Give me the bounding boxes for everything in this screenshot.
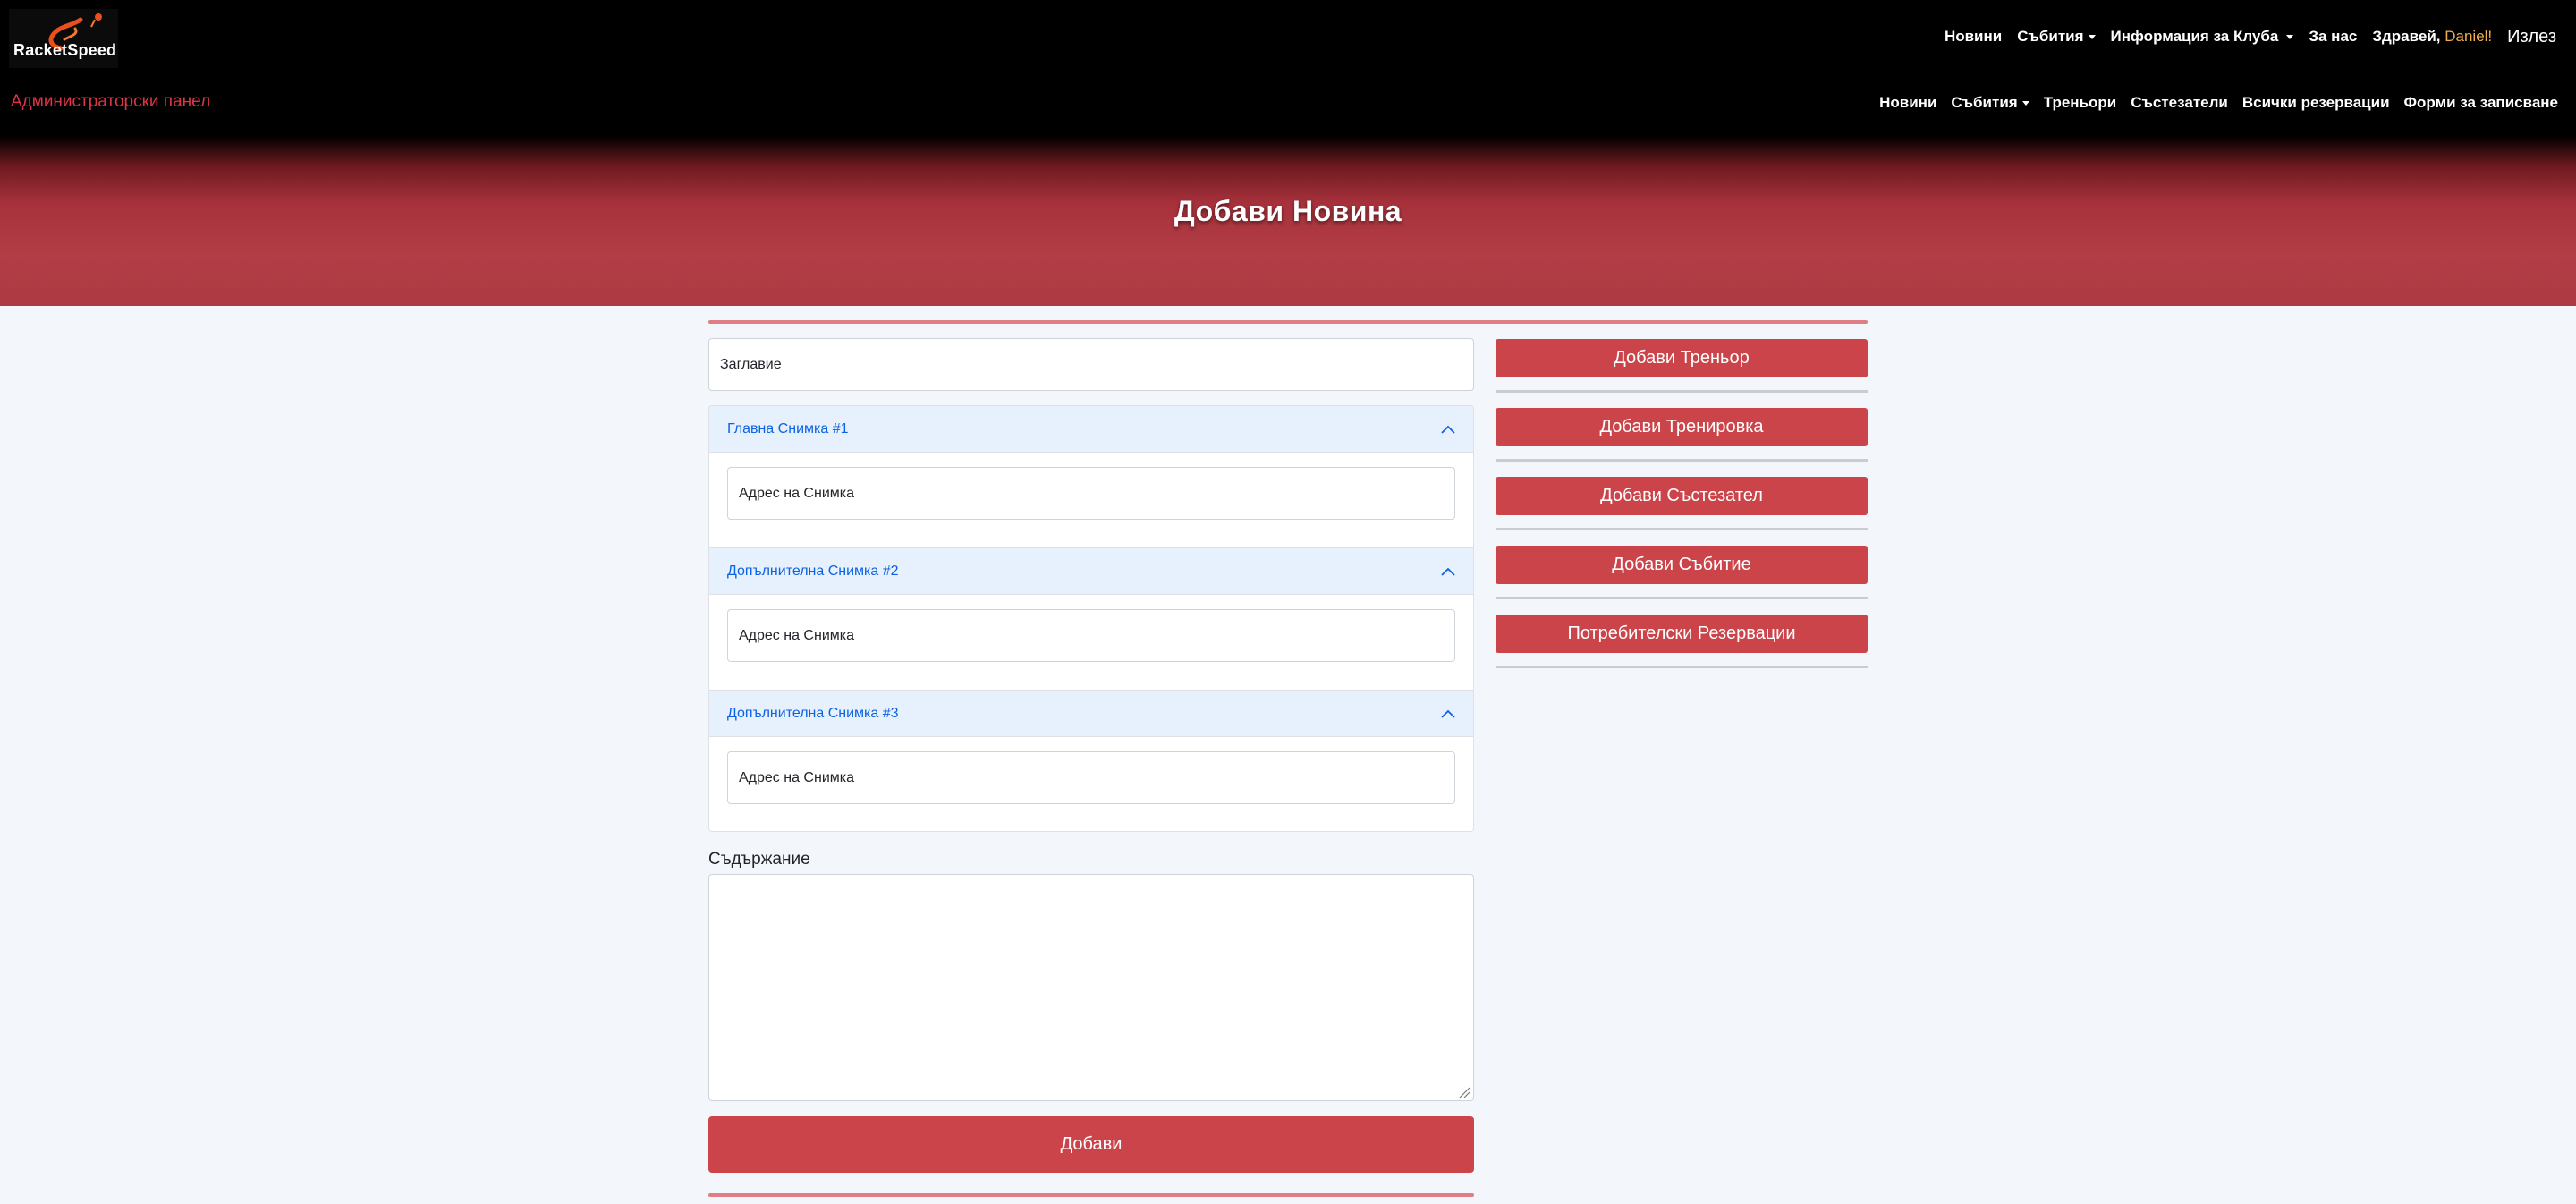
admin-nav-competitors-label: Състезатели bbox=[2131, 94, 2228, 111]
divider bbox=[1496, 459, 1868, 462]
nav-item-about[interactable]: За нас bbox=[2309, 28, 2357, 46]
brand-logo-text: RacketSpeed bbox=[13, 41, 117, 59]
admin-nav-news[interactable]: Новини bbox=[1879, 94, 1936, 112]
user-reservations-button[interactable]: Потребителски Резервации bbox=[1496, 615, 1868, 653]
admin-panel-title[interactable]: Администраторски панел bbox=[11, 92, 210, 112]
admin-nav-all-reservations-label: Всички резервации bbox=[2241, 94, 2390, 111]
admin-nav: Новини Събития Треньори Състезатели Всич… bbox=[1865, 90, 2558, 115]
divider bbox=[1496, 666, 1868, 668]
admin-nav-coaches-label: Треньори bbox=[2043, 94, 2117, 111]
nav-item-club-info-dropdown[interactable]: Информация за Клуба bbox=[2111, 28, 2294, 46]
admin-nav-coaches[interactable]: Треньори bbox=[2044, 94, 2117, 112]
accordion-item-extra-image-2: Допълнителна Снимка #2 bbox=[709, 548, 1473, 691]
submit-button[interactable]: Добави bbox=[708, 1116, 1474, 1173]
brand-logo[interactable]: RacketSpeed bbox=[9, 9, 118, 68]
add-competitor-button[interactable]: Добави Състезател bbox=[1496, 477, 1868, 515]
admin-nav-signup-forms[interactable]: Форми за записване bbox=[2404, 94, 2558, 112]
divider bbox=[1496, 597, 1868, 599]
title-input[interactable] bbox=[708, 338, 1474, 391]
admin-nav-news-label: Новини bbox=[1879, 94, 1937, 111]
accordion-body bbox=[709, 595, 1473, 690]
admin-nav-signup-forms-label: Форми за записване bbox=[2403, 94, 2558, 111]
admin-actions-sidebar: Добави Треньор Добави Тренировка Добави … bbox=[1496, 339, 1868, 683]
caret-down-icon bbox=[2021, 100, 2029, 106]
hero-banner: Добави Новина bbox=[0, 136, 2576, 306]
accordion-body bbox=[709, 737, 1473, 831]
news-form bbox=[708, 338, 1474, 391]
chevron-up-icon bbox=[1441, 709, 1455, 718]
add-coach-button[interactable]: Добави Треньор bbox=[1496, 339, 1868, 377]
nav-item-about-label: За нас bbox=[2309, 28, 2358, 45]
accordion-header-extra-image-2[interactable]: Допълнителна Снимка #2 bbox=[709, 548, 1473, 595]
chevron-up-icon bbox=[1441, 425, 1455, 434]
top-divider bbox=[708, 320, 1868, 324]
add-event-button[interactable]: Добави Събитие bbox=[1496, 546, 1868, 584]
extra-image-2-url-input[interactable] bbox=[727, 609, 1455, 662]
admin-nav-competitors[interactable]: Състезатели bbox=[2131, 94, 2228, 112]
resize-grip-icon[interactable] bbox=[1458, 1086, 1470, 1098]
accordion-header-main-image[interactable]: Главна Снимка #1 bbox=[709, 406, 1473, 453]
nav-item-events-label: Събития bbox=[2017, 28, 2084, 45]
page-title: Добави Новина bbox=[1174, 195, 1402, 227]
user-greeting: Здравей, Daniel! bbox=[2372, 28, 2492, 46]
nav-item-events-dropdown[interactable]: Събития bbox=[2017, 28, 2096, 46]
accordion-body bbox=[709, 453, 1473, 547]
admin-nav-events-label: Събития bbox=[1951, 94, 2018, 111]
top-navbar: RacketSpeed Новини Събития Информация за… bbox=[0, 0, 2576, 136]
accordion-header-extra-image-3[interactable]: Допълнителна Снимка #3 bbox=[709, 691, 1473, 737]
nav-item-news[interactable]: Новини bbox=[1945, 28, 2002, 46]
nav-item-club-info-label: Информация за Клуба bbox=[2110, 28, 2279, 45]
add-training-button[interactable]: Добави Тренировка bbox=[1496, 408, 1868, 446]
chevron-up-icon bbox=[1441, 567, 1455, 576]
accordion-item-main-image: Главна Снимка #1 bbox=[709, 406, 1473, 548]
admin-nav-all-reservations[interactable]: Всички резервации bbox=[2242, 94, 2390, 112]
images-accordion: Главна Снимка #1 Допълнителна Снимка #2 … bbox=[708, 405, 1474, 832]
accordion-item-extra-image-3: Допълнителна Снимка #3 bbox=[709, 691, 1473, 831]
logout-link[interactable]: Излез bbox=[2507, 27, 2556, 47]
caret-down-icon bbox=[2088, 34, 2096, 39]
main-image-url-input[interactable] bbox=[727, 467, 1455, 520]
accordion-header-label: Допълнителна Снимка #2 bbox=[727, 563, 899, 579]
admin-nav-events-dropdown[interactable]: Събития bbox=[1951, 94, 2029, 112]
content-textarea[interactable] bbox=[708, 874, 1474, 1101]
main-nav: Новини Събития Информация за Клуба За на… bbox=[1929, 23, 2556, 50]
accordion-header-label: Главна Снимка #1 bbox=[727, 420, 849, 437]
username: Daniel! bbox=[2445, 28, 2493, 45]
accordion-header-label: Допълнителна Снимка #3 bbox=[727, 705, 899, 721]
nav-item-news-label: Новини bbox=[1944, 28, 2003, 45]
divider bbox=[1496, 528, 1868, 530]
divider bbox=[1496, 390, 1868, 393]
content-label: Съдържание bbox=[708, 850, 810, 869]
extra-image-3-url-input[interactable] bbox=[727, 751, 1455, 804]
caret-down-icon bbox=[2286, 34, 2294, 39]
greeting-text: Здравей, bbox=[2372, 28, 2441, 45]
bottom-divider bbox=[708, 1193, 1474, 1197]
